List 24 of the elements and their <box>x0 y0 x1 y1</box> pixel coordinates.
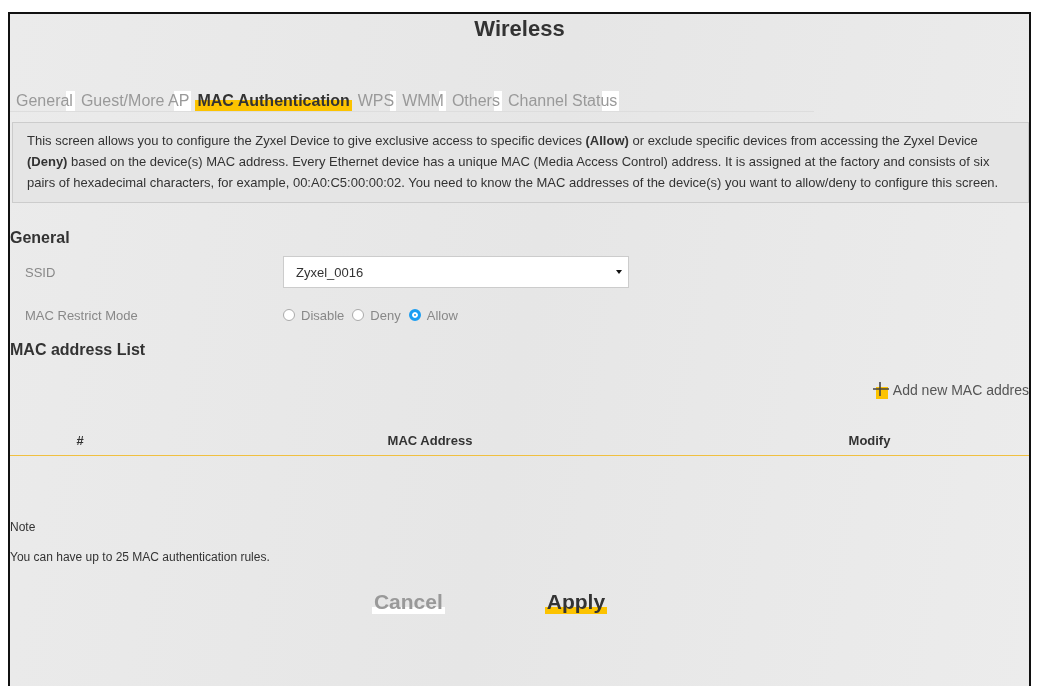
ssid-select[interactable]: Zyxel_0016 <box>283 256 629 288</box>
page-title: Wireless <box>473 15 566 43</box>
column-header: Modify <box>847 432 892 448</box>
tab[interactable]: General <box>14 91 75 111</box>
section-heading: General <box>10 229 71 247</box>
add-mac-link[interactable]: Add new MAC addres <box>871 381 1029 399</box>
note-heading: Note <box>10 520 37 534</box>
tab[interactable]: Channel Status <box>505 91 620 111</box>
plus-icon <box>871 381 890 399</box>
radio-option[interactable]: Allow <box>408 307 458 323</box>
tab[interactable]: WPS <box>355 91 397 111</box>
radio-option[interactable]: Deny <box>352 307 401 323</box>
note-text: You can have up to 25 MAC authentication rules. <box>10 550 271 564</box>
field-label: MAC Restrict Mode <box>25 307 139 323</box>
radio-option[interactable]: Disable <box>283 307 345 323</box>
tab[interactable]: Guest/More AP <box>78 91 192 111</box>
column-header: MAC Address <box>386 432 474 448</box>
field-label: SSID <box>25 264 57 280</box>
caret-icon <box>616 270 622 274</box>
description-text: This screen allows you to configure the Zyxel Device to give exclusive access to specific devices (Allow) or exclude specific devices from accessing the Zyxel Device (Deny) based on the device(s) MAC address. Every Ethernet device has a unique MAC (Media Access Control) address. It is assigned at the factory and consists of six pairs of hexadecimal characters, for example, 00:A0:C5:00:00:02. You need to know the MAC addresses of the device(s) you want to allow/deny to configure this screen. <box>12 122 1029 203</box>
section-heading: MAC address List <box>10 341 147 359</box>
column-header: # <box>75 432 85 448</box>
tab[interactable]: Others <box>449 91 502 111</box>
tab[interactable]: WMM <box>400 91 446 111</box>
